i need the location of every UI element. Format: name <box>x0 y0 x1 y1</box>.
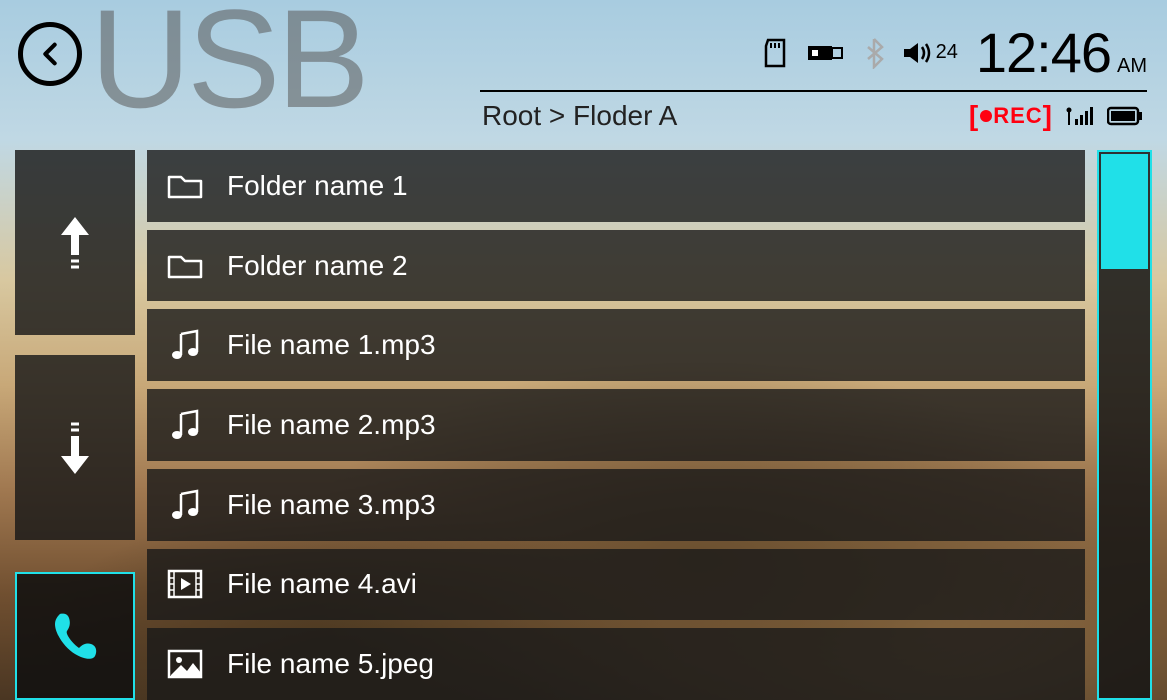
file-row[interactable]: File name 5.jpeg <box>147 628 1085 700</box>
file-name-label: Folder name 2 <box>227 250 408 282</box>
speaker-icon <box>902 40 932 66</box>
usb-stick-icon <box>806 42 846 64</box>
content-area: Folder name 1 Folder name 2 File name 1.mp… <box>15 150 1152 700</box>
file-list: Folder name 1 Folder name 2 File name 1.mp… <box>147 150 1085 700</box>
rec-indicator: [ REC ] <box>969 100 1053 132</box>
side-controls <box>15 150 135 700</box>
music-icon <box>167 327 203 363</box>
folder-icon <box>167 168 203 204</box>
divider <box>480 90 1147 92</box>
file-row[interactable]: File name 1.mp3 <box>147 309 1085 381</box>
clock-ampm: AM <box>1117 55 1147 78</box>
scrollbar[interactable] <box>1097 150 1152 700</box>
file-row[interactable]: File name 3.mp3 <box>147 469 1085 541</box>
record-dot-icon <box>979 109 993 123</box>
file-name-label: File name 4.avi <box>227 568 417 600</box>
file-row[interactable]: File name 2.mp3 <box>147 389 1085 461</box>
phone-button[interactable] <box>15 572 135 700</box>
phone-icon <box>45 606 105 666</box>
file-name-label: File name 3.mp3 <box>227 489 436 521</box>
volume-indicator: 24 <box>902 40 958 66</box>
file-row[interactable]: Folder name 2 <box>147 230 1085 302</box>
folder-icon <box>167 248 203 284</box>
signal-icon <box>1065 105 1095 127</box>
video-icon <box>167 566 203 602</box>
battery-icon <box>1107 106 1143 126</box>
scroll-thumb[interactable] <box>1101 154 1148 269</box>
scroll-down-button[interactable] <box>15 355 135 540</box>
clock-time: 12:46 <box>976 20 1111 85</box>
breadcrumb: Root > Floder A <box>482 100 677 132</box>
back-button[interactable] <box>18 22 82 86</box>
chevron-left-icon <box>36 40 64 68</box>
header: USB 24 12:46 AM Root > Floder A [ REC ] <box>0 0 1167 140</box>
sub-status-bar: [ REC ] <box>969 100 1143 132</box>
music-icon <box>167 407 203 443</box>
file-name-label: File name 2.mp3 <box>227 409 436 441</box>
file-row[interactable]: File name 4.avi <box>147 549 1085 621</box>
clock: 12:46 AM <box>976 20 1147 85</box>
file-row[interactable]: Folder name 1 <box>147 150 1085 222</box>
sd-card-icon <box>762 38 788 68</box>
rec-label: REC <box>993 103 1042 129</box>
file-name-label: File name 1.mp3 <box>227 329 436 361</box>
bluetooth-icon <box>864 37 884 69</box>
arrow-down-icon <box>57 418 93 478</box>
page-title: USB <box>90 0 366 140</box>
file-name-label: File name 5.jpeg <box>227 648 434 680</box>
volume-level: 24 <box>936 41 958 64</box>
status-bar: 24 12:46 AM <box>762 20 1147 85</box>
file-name-label: Folder name 1 <box>227 170 408 202</box>
music-icon <box>167 487 203 523</box>
arrow-up-icon <box>57 213 93 273</box>
image-icon <box>167 646 203 682</box>
scroll-up-button[interactable] <box>15 150 135 335</box>
